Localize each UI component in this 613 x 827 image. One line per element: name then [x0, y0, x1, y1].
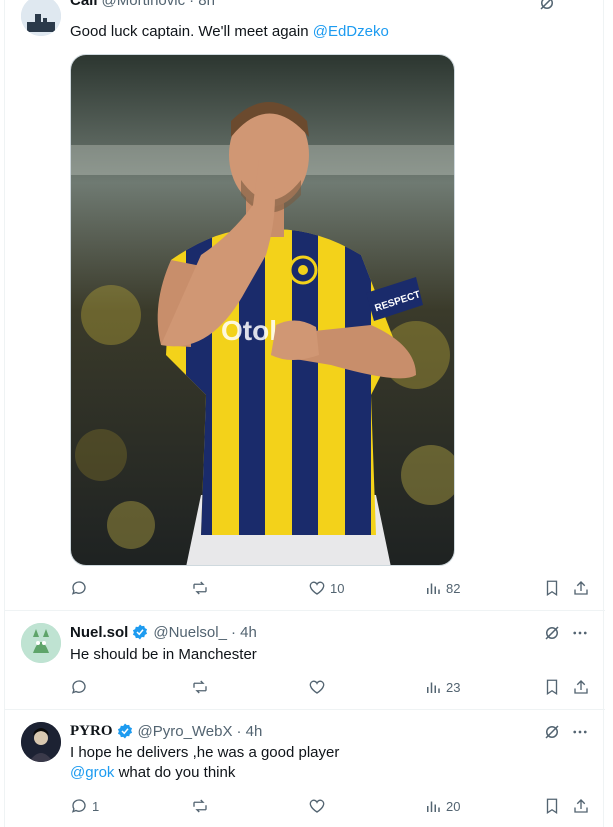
reply-icon [71, 581, 86, 595]
repost-button[interactable] [191, 796, 213, 816]
mention-link[interactable]: @grok [70, 764, 114, 781]
user-handle[interactable]: @Mortinovic [102, 0, 186, 9]
share-icon [574, 799, 588, 813]
bookmark-icon [546, 679, 558, 696]
avatar[interactable] [21, 722, 61, 762]
views-icon [427, 801, 440, 812]
views-button[interactable]: 20 [424, 796, 460, 816]
like-button[interactable]: 10 [308, 578, 344, 598]
display-name[interactable]: PYRO [70, 723, 113, 740]
post-header: Nuel.sol @Nuelsol_ · 4h [70, 623, 257, 641]
post-top-actions [543, 624, 589, 647]
views-button[interactable]: 23 [424, 677, 460, 697]
post-time[interactable]: · 4h [231, 624, 257, 641]
bookmark-icon [546, 580, 558, 597]
share-button[interactable] [572, 796, 590, 816]
like-button[interactable] [308, 677, 330, 697]
share-icon [574, 680, 588, 694]
post-body-line1: I hope he delivers ,he was a good player [70, 744, 340, 761]
post-actions: 23 [70, 677, 595, 697]
post-body-line2: @grok what do you think [70, 763, 235, 783]
like-icon [309, 581, 325, 595]
post-time[interactable]: · 4h [237, 723, 263, 740]
more-icon[interactable] [571, 723, 589, 746]
post-nuelsol[interactable]: Nuel.sol @Nuelsol_ · 4h He should be in … [5, 611, 605, 709]
bookmark-icon [546, 798, 558, 815]
share-button[interactable] [572, 677, 590, 697]
bookmark-button[interactable] [543, 677, 561, 697]
view-count: 82 [446, 580, 461, 596]
bookmark-button[interactable] [543, 796, 561, 816]
post-header: PYRO @Pyro_WebX · 4h [70, 722, 262, 740]
bookmark-button[interactable] [543, 578, 561, 598]
display-name[interactable]: Nuel.sol [70, 624, 128, 641]
repost-icon [193, 799, 207, 813]
avatar[interactable] [21, 623, 61, 663]
display-name[interactable]: Cali [70, 0, 98, 9]
views-button[interactable]: 82 [424, 578, 460, 598]
like-icon [309, 680, 325, 694]
mention-link[interactable]: @EdDzeko [313, 23, 389, 40]
post-body: He should be in Manchester [70, 646, 257, 663]
views-icon [427, 583, 440, 594]
more-icon[interactable] [571, 624, 589, 647]
repost-button[interactable] [191, 677, 213, 697]
view-count: 20 [446, 798, 461, 814]
post-actions: 10 82 [70, 578, 595, 598]
post-top-actions [538, 0, 556, 17]
post-time[interactable]: · 8h [189, 0, 215, 9]
like-button[interactable] [308, 796, 330, 816]
verified-badge-icon [133, 624, 148, 640]
reply-button[interactable] [70, 578, 92, 598]
reply-button[interactable]: 1 [70, 796, 99, 816]
views-icon [427, 682, 440, 693]
reply-icon [71, 680, 86, 694]
grok-icon[interactable] [538, 0, 556, 17]
post-body: Good luck captain. We'll meet again [70, 23, 309, 40]
reply-button[interactable] [70, 677, 92, 697]
reply-count: 1 [92, 798, 100, 814]
post-pyro[interactable]: PYRO @Pyro_WebX · 4h I hope he delivers … [5, 710, 605, 827]
post-text: Good luck captain. We'll meet again @EdD… [70, 22, 389, 42]
verified-badge-icon [117, 723, 132, 739]
avatar[interactable] [21, 0, 61, 36]
like-count: 10 [330, 580, 345, 596]
user-handle[interactable]: @Nuelsol_ [153, 624, 227, 641]
post-top-actions [543, 723, 589, 746]
share-button[interactable] [572, 578, 590, 598]
like-icon [309, 799, 325, 813]
post-header: Cali @Mortinovic · 8h [70, 0, 215, 9]
post-actions: 1 20 [70, 796, 595, 816]
post-image[interactable]: RESPECT Otokoc [70, 54, 455, 566]
repost-button[interactable] [191, 578, 213, 598]
post-cali[interactable]: Cali @Mortinovic · 8h Good luck captain.… [5, 0, 605, 610]
grok-icon[interactable] [543, 624, 561, 647]
player-photo: RESPECT Otokoc [71, 55, 454, 565]
repost-icon [193, 581, 207, 595]
grok-icon[interactable] [543, 723, 561, 746]
reply-icon [71, 799, 86, 813]
repost-icon [193, 680, 207, 694]
timeline: Cali @Mortinovic · 8h Good luck captain.… [4, 0, 605, 827]
view-count: 23 [446, 679, 461, 695]
post-body-text: what do you think [118, 764, 236, 781]
share-icon [574, 581, 588, 595]
user-handle[interactable]: @Pyro_WebX [138, 723, 233, 740]
